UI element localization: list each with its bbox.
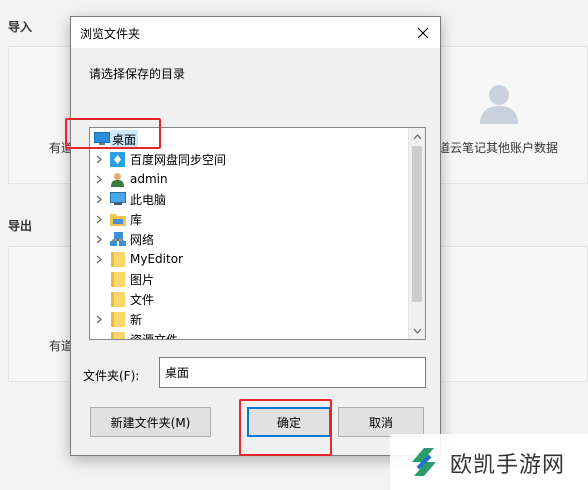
import-section-title: 导入: [8, 20, 33, 34]
cloud-sync-icon: [109, 151, 126, 167]
tree-item-label: 网络: [130, 232, 155, 247]
chevron-right-icon[interactable]: [94, 234, 104, 244]
tree-item-label: 百度网盘同步空间: [130, 152, 227, 167]
tree-item-admin[interactable]: admin: [90, 169, 408, 189]
scroll-thumb[interactable]: [412, 146, 422, 302]
tree-item-label: 此电脑: [130, 192, 167, 207]
chevron-right-icon[interactable]: [94, 214, 104, 224]
tree-item-label: 图片: [130, 272, 155, 287]
tree-item-baidu-sync[interactable]: 百度网盘同步空间: [90, 149, 408, 169]
dialog-prompt: 请选择保存的目录: [89, 67, 186, 81]
folder-field-label: 文件夹(F):: [83, 369, 140, 383]
import-card-right-text: 道云笔记其他账户数据: [438, 141, 559, 155]
scroll-up-button[interactable]: [409, 128, 425, 145]
folder-input[interactable]: [159, 357, 426, 388]
dialog-titlebar: 浏览文件夹: [71, 17, 440, 48]
chevron-right-icon[interactable]: [94, 194, 104, 204]
tree-item-label: 文件: [130, 292, 155, 307]
cancel-button[interactable]: 取消: [338, 407, 424, 437]
folder-icon: [109, 311, 126, 327]
tree-item-label: 资源文件: [130, 332, 179, 340]
library-icon: [109, 211, 126, 227]
chevron-up-icon: [413, 133, 422, 139]
chevron-right-icon[interactable]: [94, 174, 104, 184]
close-icon: [417, 27, 429, 38]
chevron-right-icon[interactable]: [94, 254, 104, 264]
tree-item-new[interactable]: 新: [90, 309, 408, 329]
watermark: 欧凯手游网: [390, 434, 588, 490]
tree-item-resources[interactable]: 资源文件: [90, 329, 408, 340]
watermark-logo-icon: [412, 448, 436, 476]
tree-item-label: 新: [130, 312, 143, 327]
chevron-down-icon: [413, 328, 422, 334]
dialog-title: 浏览文件夹: [80, 27, 141, 41]
tree-item-myeditor[interactable]: MyEditor: [90, 249, 408, 269]
browse-folder-dialog: 浏览文件夹 请选择保存的目录 桌面 百度网盘同步空间 admin 此电脑 库 网…: [70, 16, 441, 456]
network-icon: [109, 231, 126, 247]
close-button[interactable]: [406, 17, 440, 48]
scroll-down-button[interactable]: [409, 322, 425, 339]
folder-icon: [109, 291, 126, 307]
user-icon: [109, 171, 126, 187]
tree-scrollbar[interactable]: [408, 128, 425, 339]
tree-item-label: MyEditor: [130, 252, 183, 266]
export-card-right[interactable]: [430, 246, 588, 382]
tree-item-network[interactable]: 网络: [90, 229, 408, 249]
folder-icon: [109, 251, 126, 267]
folder-tree[interactable]: 桌面 百度网盘同步空间 admin 此电脑 库 网络 MyEditor 图片 文…: [89, 127, 426, 340]
computer-icon: [109, 191, 126, 207]
chevron-right-icon[interactable]: [94, 314, 104, 324]
tree-item-label: admin: [130, 172, 168, 186]
account-user-icon: [480, 85, 518, 124]
tree-item-library[interactable]: 库: [90, 209, 408, 229]
watermark-text: 欧凯手游网: [450, 453, 566, 478]
new-folder-button[interactable]: 新建文件夹(M): [90, 407, 211, 437]
tree-item-pictures[interactable]: 图片: [90, 269, 408, 289]
tree-item-label: 库: [130, 212, 143, 227]
folder-icon: [109, 271, 126, 287]
highlight-box-desktop: [65, 118, 161, 149]
highlight-box-ok-button: [239, 399, 332, 456]
chevron-right-icon[interactable]: [94, 154, 104, 164]
export-section-title: 导出: [8, 219, 33, 233]
folder-icon: [109, 331, 126, 339]
tree-item-files[interactable]: 文件: [90, 289, 408, 309]
tree-item-this-pc[interactable]: 此电脑: [90, 189, 408, 209]
